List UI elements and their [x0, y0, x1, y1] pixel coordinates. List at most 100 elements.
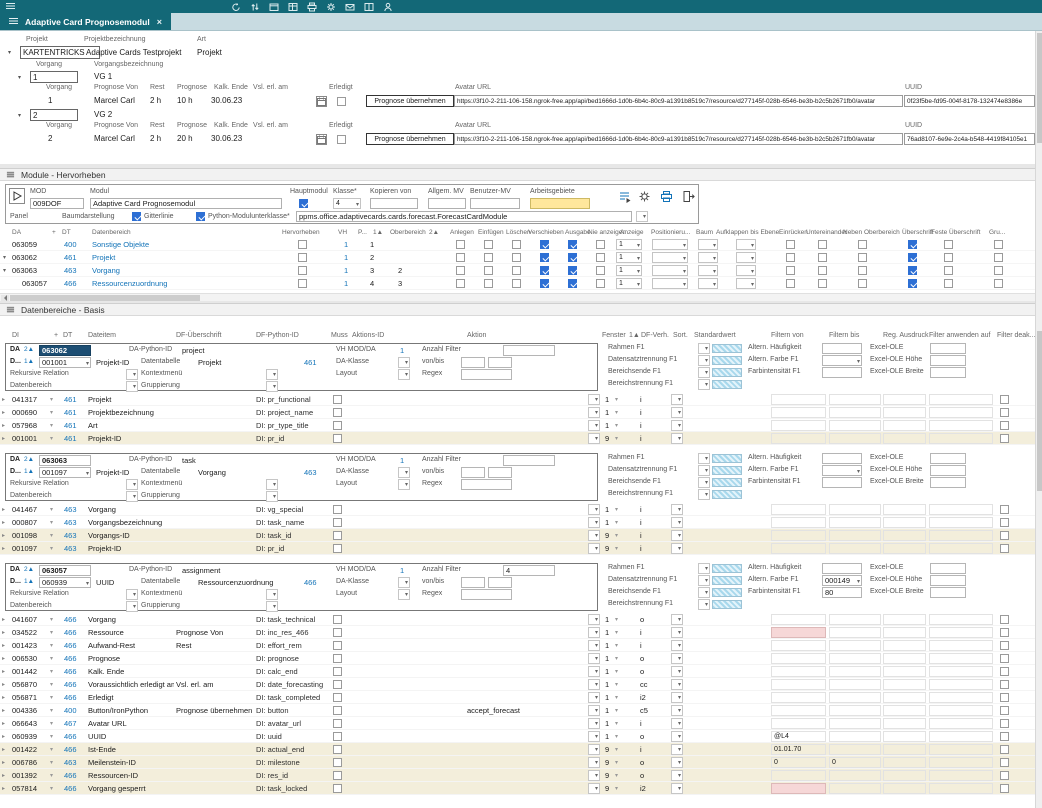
- altern-farbe-select[interactable]: 000149: [822, 575, 862, 586]
- dataitem-row[interactable]: ▸ 041317 ▾ 461 Projekt DI: pr_functional…: [0, 393, 1035, 406]
- fenster-select-icon[interactable]: ▾: [615, 532, 618, 539]
- aufklappen-select[interactable]: [736, 239, 756, 250]
- filtern-bis-field[interactable]: [829, 504, 881, 515]
- project-row[interactable]: ▾ KARTENTRICKS Adaptive Cards Testprojek…: [0, 46, 1035, 60]
- reg-ausdruck-field[interactable]: [883, 783, 926, 794]
- filtern-von-field[interactable]: [771, 666, 826, 677]
- col-avatar-url[interactable]: Avatar URL: [455, 122, 491, 129]
- muss-checkbox[interactable]: [333, 732, 342, 741]
- vorgang-detail-row[interactable]: 2 Marcel Carl 2 h 20 h 30.06.23 Prognose…: [0, 132, 1035, 147]
- filter-deaktiviert-checkbox[interactable]: [1000, 531, 1009, 540]
- gruppierung-checkbox[interactable]: [994, 279, 1003, 288]
- dataitem-row[interactable]: ▸ 057968 ▾ 461 Art DI: pr_type_title 1 ▾…: [0, 419, 1035, 432]
- fenster-select-icon[interactable]: ▾: [615, 642, 618, 649]
- row-expander-icon[interactable]: ▸: [2, 681, 5, 688]
- erledigt-checkbox[interactable]: [337, 135, 346, 144]
- muss-checkbox[interactable]: [333, 531, 342, 540]
- fenster-select-icon[interactable]: ▾: [615, 616, 618, 623]
- di-select-icon[interactable]: ▾: [50, 733, 53, 740]
- filtern-von-field[interactable]: @L4: [771, 731, 826, 742]
- bereichstrennung-select[interactable]: [698, 599, 710, 610]
- rahmen-color-field[interactable]: [712, 344, 742, 353]
- uuid-input[interactable]: 76ad8107-6e9e-2c4a-b548-4419f84105e1: [904, 133, 1035, 145]
- filter-deaktiviert-checkbox[interactable]: [1000, 732, 1009, 741]
- feste-ueberschrift-checkbox[interactable]: [944, 279, 953, 288]
- row-expander-icon[interactable]: ▸: [2, 707, 5, 714]
- gruppierung-checkbox[interactable]: [994, 240, 1003, 249]
- dt-link[interactable]: 400: [64, 706, 77, 715]
- dataitem-row[interactable]: ▸ 001001 ▾ 461 Projekt-ID DI: pr_id 9 ▾ …: [0, 432, 1035, 445]
- grid-icon[interactable]: [287, 1, 298, 12]
- col-erledigt[interactable]: Erledigt: [329, 84, 353, 91]
- col-dt[interactable]: DT: [62, 229, 71, 236]
- excel-ole-hoehe-field[interactable]: [930, 465, 966, 476]
- col-positionierung[interactable]: Positionieru...: [651, 229, 690, 236]
- col-sort[interactable]: Sort.: [673, 332, 688, 339]
- dataitem-row[interactable]: ▸ 060939 ▾ 466 UUID DI: uuid 1 ▾ o @L4: [0, 730, 1035, 743]
- bereichstrennung-select[interactable]: [698, 489, 710, 500]
- di-select-icon[interactable]: ▾: [50, 694, 53, 701]
- scrollbar-thumb[interactable]: [1037, 33, 1042, 143]
- gruppierung-checkbox[interactable]: [994, 253, 1003, 262]
- reg-ausdruck-field[interactable]: [883, 517, 926, 528]
- aktion-select[interactable]: [588, 770, 600, 781]
- bereichstrennung-color-field[interactable]: [712, 380, 742, 389]
- sort-select[interactable]: [671, 705, 683, 716]
- verschieben-checkbox[interactable]: [540, 279, 549, 288]
- bereichstrennung-color-field[interactable]: [712, 600, 742, 609]
- dt-link[interactable]: 466: [64, 654, 77, 663]
- reg-ausdruck-field[interactable]: [883, 744, 926, 755]
- row-expander-icon[interactable]: ▸: [2, 629, 5, 636]
- reg-ausdruck-field[interactable]: [883, 394, 926, 405]
- dataitem-row[interactable]: ▸ 001423 ▾ 466 Aufwand-Rest Rest DI: eff…: [0, 639, 1035, 652]
- sort-select[interactable]: [671, 666, 683, 677]
- col-df-python-id[interactable]: DF-Python-ID: [256, 332, 299, 339]
- neben-oberbereich-checkbox[interactable]: [858, 253, 867, 262]
- dt-link[interactable]: 461: [64, 408, 77, 417]
- einfuegen-checkbox[interactable]: [484, 240, 493, 249]
- rahmen-select[interactable]: [698, 563, 710, 574]
- row-expander-icon[interactable]: ▸: [2, 785, 5, 792]
- filter-deaktiviert-checkbox[interactable]: [1000, 434, 1009, 443]
- vorgang-nr-field[interactable]: 1: [30, 71, 78, 83]
- aufklappen-select[interactable]: [736, 252, 756, 263]
- fenster-select-icon[interactable]: ▾: [615, 422, 618, 429]
- col-expand-icon[interactable]: +: [52, 229, 56, 236]
- di-select-icon[interactable]: ▾: [50, 746, 53, 753]
- muss-checkbox[interactable]: [333, 784, 342, 793]
- baum-select[interactable]: [698, 278, 718, 289]
- col-loeschen[interactable]: Löschen: [506, 229, 531, 236]
- calendar-icon[interactable]: [316, 96, 327, 107]
- row-expander-icon[interactable]: ▸: [2, 746, 5, 753]
- neben-oberbereich-checkbox[interactable]: [858, 279, 867, 288]
- aufklappen-select[interactable]: [736, 278, 756, 289]
- feste-ueberschrift-checkbox[interactable]: [944, 240, 953, 249]
- datensatztrennung-color-field[interactable]: [712, 466, 742, 475]
- filter-anwenden-field[interactable]: [929, 407, 993, 418]
- einfuegen-checkbox[interactable]: [484, 266, 493, 275]
- filtern-von-field[interactable]: [771, 530, 826, 541]
- filtern-bis-field[interactable]: [829, 783, 881, 794]
- filter-anwenden-field[interactable]: [929, 543, 993, 554]
- filtern-von-field[interactable]: [771, 705, 826, 716]
- di-select-icon[interactable]: ▾: [50, 772, 53, 779]
- excel-ole-breite-field[interactable]: [930, 367, 966, 378]
- aktion-select[interactable]: [588, 640, 600, 651]
- dt-link[interactable]: 463: [64, 758, 77, 767]
- rahmen-color-field[interactable]: [712, 564, 742, 573]
- untereinander-checkbox[interactable]: [818, 253, 827, 262]
- dataitem-row[interactable]: ▸ 041467 ▾ 463 Vorgang DI: vg_special 1 …: [0, 503, 1035, 516]
- col-untereinander[interactable]: Untereinander: [806, 229, 847, 236]
- col-vsl-erl-am[interactable]: Vsl. erl. am: [253, 84, 288, 91]
- filtern-bis-field[interactable]: [829, 627, 881, 638]
- dataitem-row[interactable]: ▸ 034522 ▾ 466 Ressource Prognose Von DI…: [0, 626, 1035, 639]
- muss-checkbox[interactable]: [333, 758, 342, 767]
- filtern-von-field[interactable]: [771, 783, 826, 794]
- fenster-select-icon[interactable]: ▾: [615, 772, 618, 779]
- filtern-von-field[interactable]: [771, 433, 826, 444]
- dataitem-row[interactable]: ▸ 004336 ▾ 400 Button/IronPython Prognos…: [0, 704, 1035, 717]
- excel-ole-field[interactable]: [930, 343, 966, 354]
- row-expander-icon[interactable]: ▸: [2, 422, 5, 429]
- row-expander-icon[interactable]: ▸: [2, 668, 5, 675]
- bereichsende-color-field[interactable]: [712, 588, 742, 597]
